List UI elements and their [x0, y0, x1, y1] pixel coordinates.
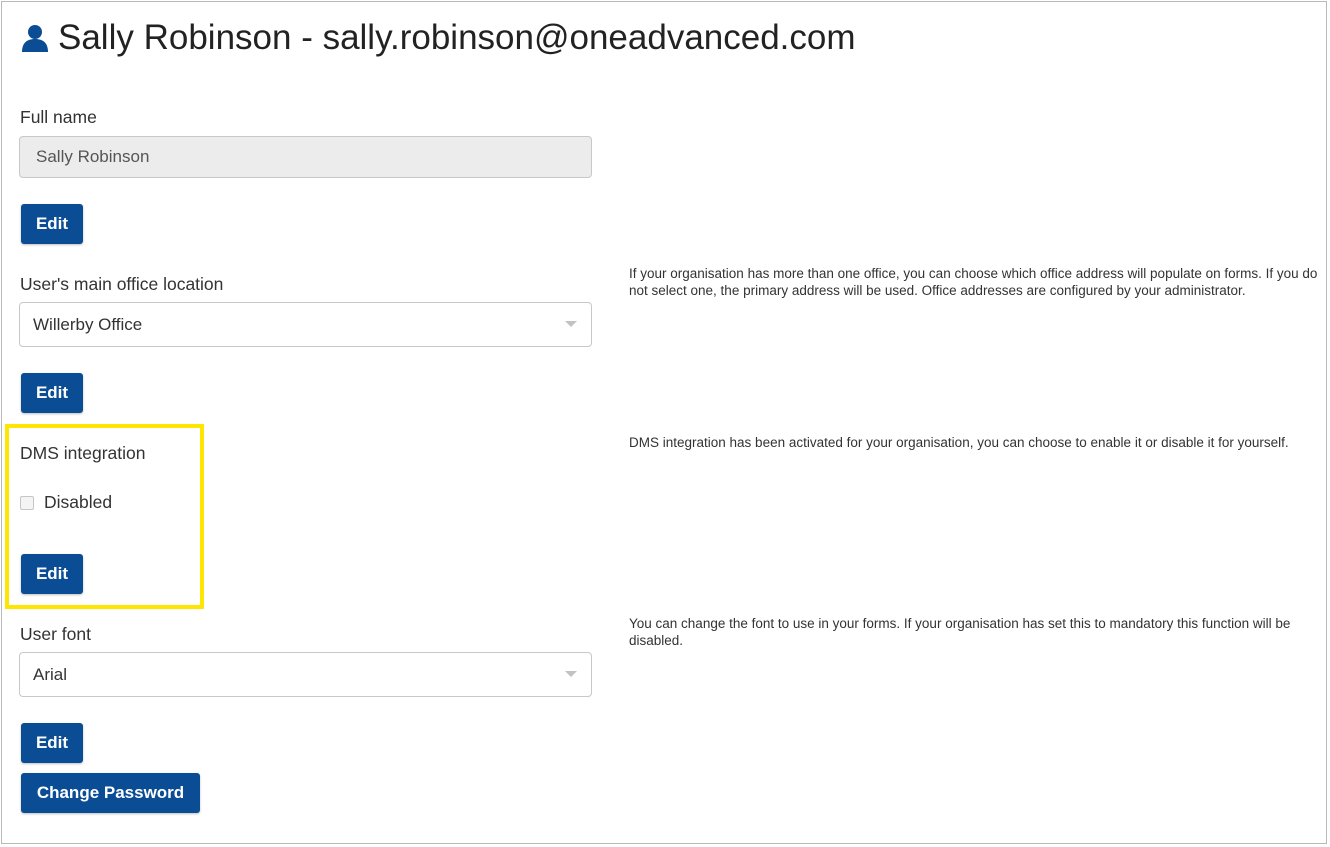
full-name-label: Full name — [20, 107, 97, 127]
dms-integration-label: DMS integration — [20, 443, 146, 463]
dms-help: DMS integration has been activated for y… — [629, 435, 1289, 450]
user-font-help: You can change the font to use in your f… — [629, 616, 1291, 648]
office-location-edit-button[interactable]: Edit — [21, 373, 83, 413]
dms-checkbox-label: Disabled — [44, 492, 113, 512]
page-title: Sally Robinson - sally.robinson@oneadvan… — [58, 18, 856, 57]
page-header: Sally Robinson - sally.robinson@oneadvan… — [20, 18, 856, 58]
chevron-down-icon — [565, 671, 577, 677]
dms-checkbox[interactable] — [20, 495, 34, 510]
chevron-down-icon — [565, 321, 577, 327]
user-icon — [20, 23, 50, 53]
full-name-field[interactable] — [19, 136, 592, 178]
dms-checkbox-row[interactable]: Disabled — [20, 492, 112, 513]
office-location-value: Willerby Office — [33, 315, 143, 334]
full-name-edit-button[interactable]: Edit — [21, 204, 83, 244]
dms-edit-button[interactable]: Edit — [21, 554, 83, 594]
office-location-help: If your organisation has more than one o… — [629, 266, 1318, 298]
user-font-value: Arial — [33, 665, 68, 684]
change-password-button[interactable]: Change Password — [21, 773, 200, 813]
settings-panel — [1, 1, 1327, 844]
user-font-select[interactable]: Arial — [19, 652, 592, 697]
user-font-label: User font — [20, 624, 91, 644]
office-location-label: User's main office location — [20, 274, 224, 294]
user-font-edit-button[interactable]: Edit — [21, 723, 83, 763]
office-location-select[interactable]: Willerby Office — [19, 302, 592, 347]
